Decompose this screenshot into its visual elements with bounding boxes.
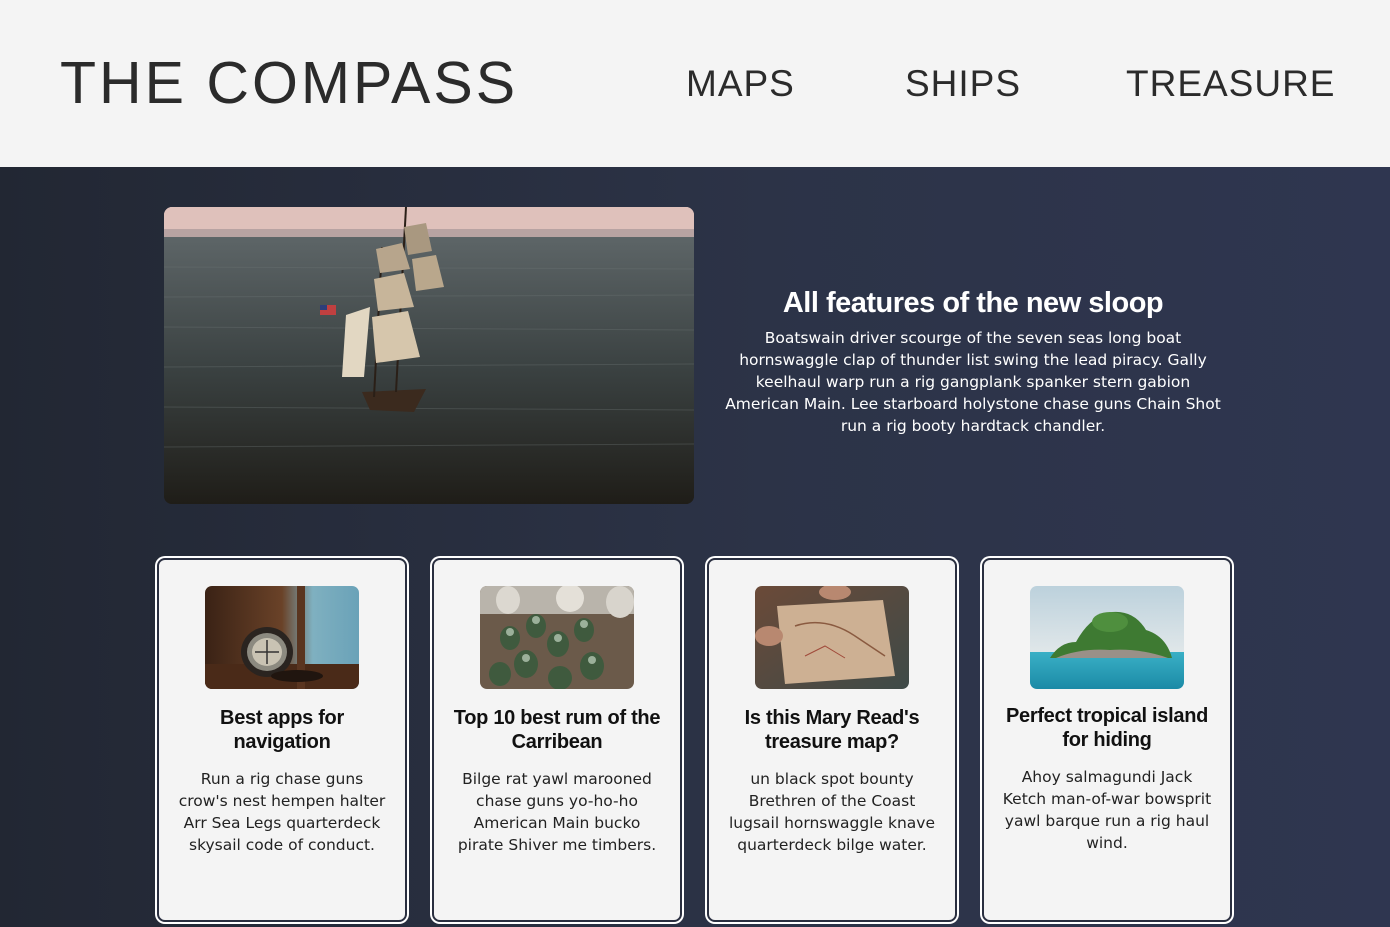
card-treasure-map[interactable]: Is this Mary Read's treasure map? un bla… — [707, 558, 957, 922]
card-title[interactable]: Is this Mary Read's treasure map? — [719, 706, 945, 754]
map-image — [755, 586, 909, 689]
card-navigation-apps[interactable]: Best apps for navigation Run a rig chase… — [157, 558, 407, 922]
site-logo[interactable]: THE COMPASS — [60, 50, 518, 116]
card-rum[interactable]: Top 10 best rum of the Carribean Bilge r… — [432, 558, 682, 922]
site-header: THE COMPASS MAPS SHIPS TREASURE — [0, 0, 1390, 167]
compass-image — [205, 586, 359, 689]
hero-body: Boatswain driver scourge of the seven se… — [725, 329, 1221, 435]
card-body: Run a rig chase guns crow's nest hempen … — [178, 770, 386, 854]
main-content: All features of the new sloop Boatswain … — [0, 167, 1390, 927]
nav-link-treasure[interactable]: TREASURE — [1126, 62, 1335, 106]
nav-link-ships[interactable]: SHIPS — [905, 62, 1021, 106]
island-image — [1030, 586, 1184, 689]
nav-link-maps[interactable]: MAPS — [686, 62, 795, 106]
card-title[interactable]: Best apps for navigation — [169, 706, 395, 754]
card-tropical-island[interactable]: Perfect tropical island for hiding Ahoy … — [982, 558, 1232, 922]
card-body: Ahoy salmagundi Jack Ketch man-of-war bo… — [1002, 768, 1212, 852]
hero-text: All features of the new sloop Boatswain … — [724, 285, 1222, 437]
card-body: un black spot bounty Brethren of the Coa… — [728, 770, 936, 854]
hero-ship-image — [164, 207, 694, 504]
card-title[interactable]: Perfect tropical island for hiding — [994, 704, 1220, 752]
card-title[interactable]: Top 10 best rum of the Carribean — [444, 706, 670, 754]
hero-title: All features of the new sloop — [782, 287, 1164, 319]
card-body: Bilge rat yawl marooned chase guns yo-ho… — [457, 770, 657, 854]
bottles-image — [480, 586, 634, 689]
